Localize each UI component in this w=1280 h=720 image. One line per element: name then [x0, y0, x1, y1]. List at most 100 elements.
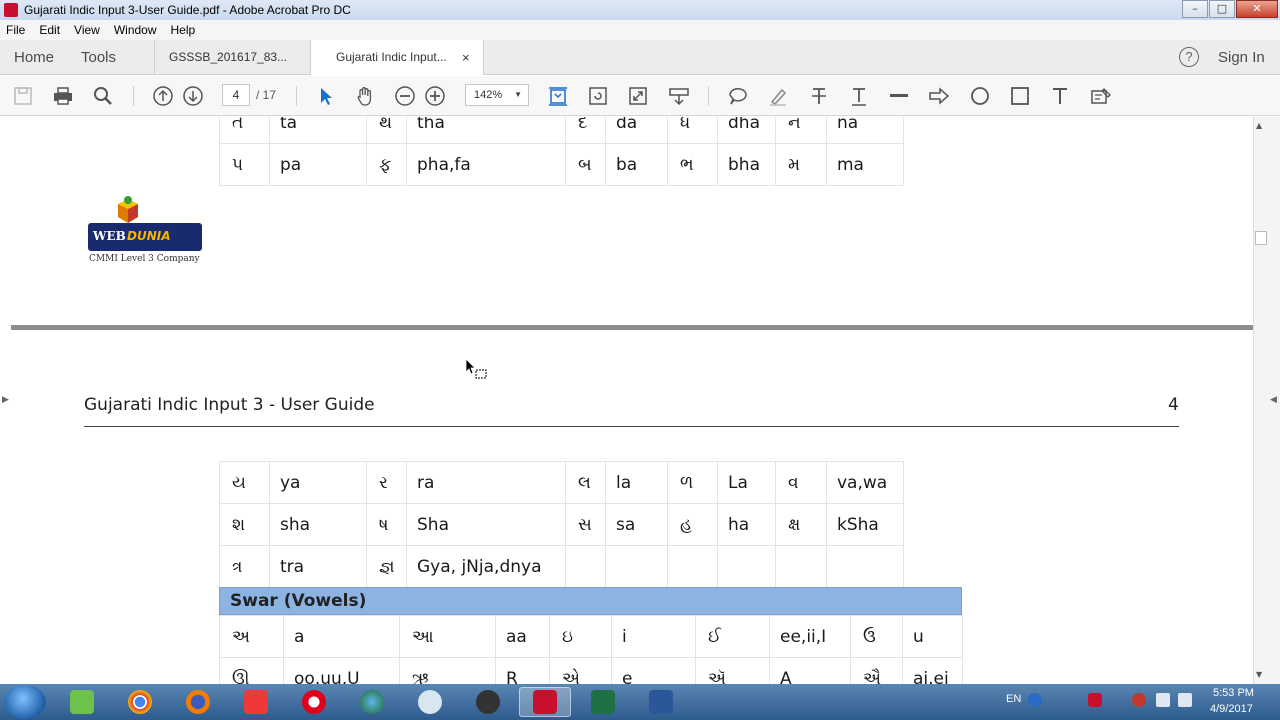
table-row: ત ta થ tha દ da ધ dha ન na: [219, 117, 904, 144]
zoom-out-icon[interactable]: [394, 85, 416, 107]
close-button[interactable]: ✕: [1236, 0, 1278, 18]
taskbar-app-paint[interactable]: [404, 687, 456, 717]
circle-icon[interactable]: [969, 85, 991, 107]
document-viewer[interactable]: ▶ ત ta થ tha દ da ધ dha ન na પ pa ફ pha,…: [0, 117, 1280, 684]
maximize-button[interactable]: □: [1209, 0, 1235, 18]
highlight-icon[interactable]: [767, 85, 789, 107]
table-cell: ફ: [366, 143, 407, 186]
taskbar-app-media[interactable]: [462, 687, 514, 717]
table-cell: [826, 545, 904, 588]
sign-in-button[interactable]: Sign In: [1218, 40, 1265, 75]
full-screen-icon[interactable]: [627, 85, 649, 107]
text-box-icon[interactable]: [1049, 85, 1071, 107]
opera-icon: [302, 690, 326, 714]
table-cell: ઇ: [549, 615, 612, 658]
scroll-icon[interactable]: [668, 85, 690, 107]
logo-text-dunia: DUNIA: [127, 229, 171, 243]
taskbar-app-chrome[interactable]: [114, 687, 166, 717]
toolbar-separator: [296, 86, 297, 106]
volume-tray-icon[interactable]: [1178, 693, 1192, 707]
taskbar-app-opera[interactable]: [288, 687, 340, 717]
page-up-icon[interactable]: [152, 85, 174, 107]
fit-page-icon[interactable]: [547, 85, 569, 107]
taskbar-app-explorer[interactable]: [56, 687, 108, 717]
menu-help[interactable]: Help: [171, 23, 196, 37]
table-cell: ee,ii,I: [769, 615, 851, 658]
taskbar-app-vivaldi[interactable]: [230, 687, 282, 717]
page-down-icon[interactable]: [182, 85, 204, 107]
help-tray-icon[interactable]: [1028, 693, 1042, 707]
tab-document-gujarati-guide[interactable]: Gujarati Indic Input... ×: [310, 40, 484, 75]
page-number: 4: [1168, 395, 1179, 415]
taskbar-app-word[interactable]: [635, 687, 687, 717]
toolbar: 4 / 17 142% ▼: [0, 76, 1280, 116]
table-cell: ઈ: [695, 615, 770, 658]
line-icon[interactable]: [888, 85, 910, 107]
table-row: શ sha ષ Sha સ sa હ ha ક્ષ kSha: [219, 503, 904, 546]
print-icon[interactable]: [52, 85, 74, 107]
table-cell: [667, 545, 718, 588]
close-tab-icon[interactable]: ×: [462, 40, 470, 75]
save-icon[interactable]: [12, 85, 34, 107]
table-cell: e: [611, 657, 696, 684]
rectangle-icon[interactable]: [1009, 85, 1031, 107]
menu-window[interactable]: Window: [114, 23, 157, 37]
text-underline-icon[interactable]: [848, 85, 870, 107]
toolbar-separator: [708, 86, 709, 106]
tab-tools[interactable]: Tools: [81, 40, 116, 75]
taskbar-app-network[interactable]: [346, 687, 398, 717]
search-icon[interactable]: [92, 85, 114, 107]
taskbar-app-acrobat[interactable]: [519, 687, 571, 717]
menu-view[interactable]: View: [74, 23, 100, 37]
language-indicator[interactable]: EN: [1006, 693, 1021, 705]
logo-tagline: CMMI Level 3 Company: [89, 254, 200, 264]
table-cell: ભ: [667, 143, 718, 186]
table-cell: [775, 545, 827, 588]
clover-icon: [70, 690, 94, 714]
strikethrough-icon[interactable]: [808, 85, 830, 107]
consonant-table: ય ya ર ra લ la ળ La વ va,wa શ sha ષ Sha …: [219, 461, 904, 588]
start-button[interactable]: [4, 685, 46, 719]
clock-time[interactable]: 5:53 PM: [1213, 687, 1254, 699]
add-text-icon[interactable]: [1090, 85, 1112, 107]
zoom-in-icon[interactable]: [424, 85, 446, 107]
taskbar-app-excel[interactable]: [577, 687, 629, 717]
table-cell: bha: [717, 143, 776, 186]
help-icon[interactable]: ?: [1179, 47, 1199, 67]
table-cell: [565, 545, 606, 588]
antivirus-tray-icon[interactable]: [1132, 693, 1146, 707]
table-cell: dha: [717, 117, 776, 144]
rotate-icon[interactable]: [587, 85, 609, 107]
scroll-up-icon[interactable]: ▲: [1256, 121, 1262, 130]
minimize-button[interactable]: –: [1182, 0, 1208, 18]
palette-icon: [418, 690, 442, 714]
table-cell: [717, 545, 776, 588]
table-row: ય ya ર ra લ la ળ La વ va,wa: [219, 461, 904, 504]
network-tray-icon[interactable]: [1156, 693, 1170, 707]
acrobat-tray-icon[interactable]: [1088, 693, 1102, 707]
scrollbar-thumb[interactable]: [1255, 231, 1267, 245]
table-cell: ત્ર: [219, 545, 270, 588]
menu-edit[interactable]: Edit: [39, 23, 60, 37]
table-cell: ષ: [366, 503, 407, 546]
scroll-down-icon[interactable]: ▼: [1256, 670, 1262, 679]
table-cell: tha: [406, 117, 566, 144]
select-arrow-icon[interactable]: [314, 85, 336, 107]
arrow-icon[interactable]: [928, 85, 950, 107]
table-row: ઊ oo,uu,U ઋ R એ e ઍ A ઐ ai,ei: [219, 657, 963, 684]
taskbar-app-firefox[interactable]: [172, 687, 224, 717]
table-row: પ pa ફ pha,fa બ ba ભ bha મ ma: [219, 143, 904, 186]
tab-document-gsssb[interactable]: GSSSB_201617_83...: [154, 40, 310, 75]
table-cell: ha: [717, 503, 776, 546]
consonant-table-top: ત ta થ tha દ da ધ dha ન na પ pa ફ pha,fa…: [219, 117, 904, 186]
mouse-cursor-icon: [465, 358, 487, 379]
hand-icon[interactable]: [354, 85, 376, 107]
right-panel-toggle-icon[interactable]: ◀: [1270, 395, 1277, 405]
page-number-input[interactable]: 4: [222, 84, 250, 106]
menu-file[interactable]: File: [6, 23, 25, 37]
comment-icon[interactable]: [727, 85, 749, 107]
left-panel-toggle-icon[interactable]: ▶: [2, 395, 9, 405]
tab-home[interactable]: Home: [14, 40, 54, 75]
clock-date[interactable]: 4/9/2017: [1210, 703, 1253, 715]
zoom-select[interactable]: 142% ▼: [465, 84, 529, 106]
